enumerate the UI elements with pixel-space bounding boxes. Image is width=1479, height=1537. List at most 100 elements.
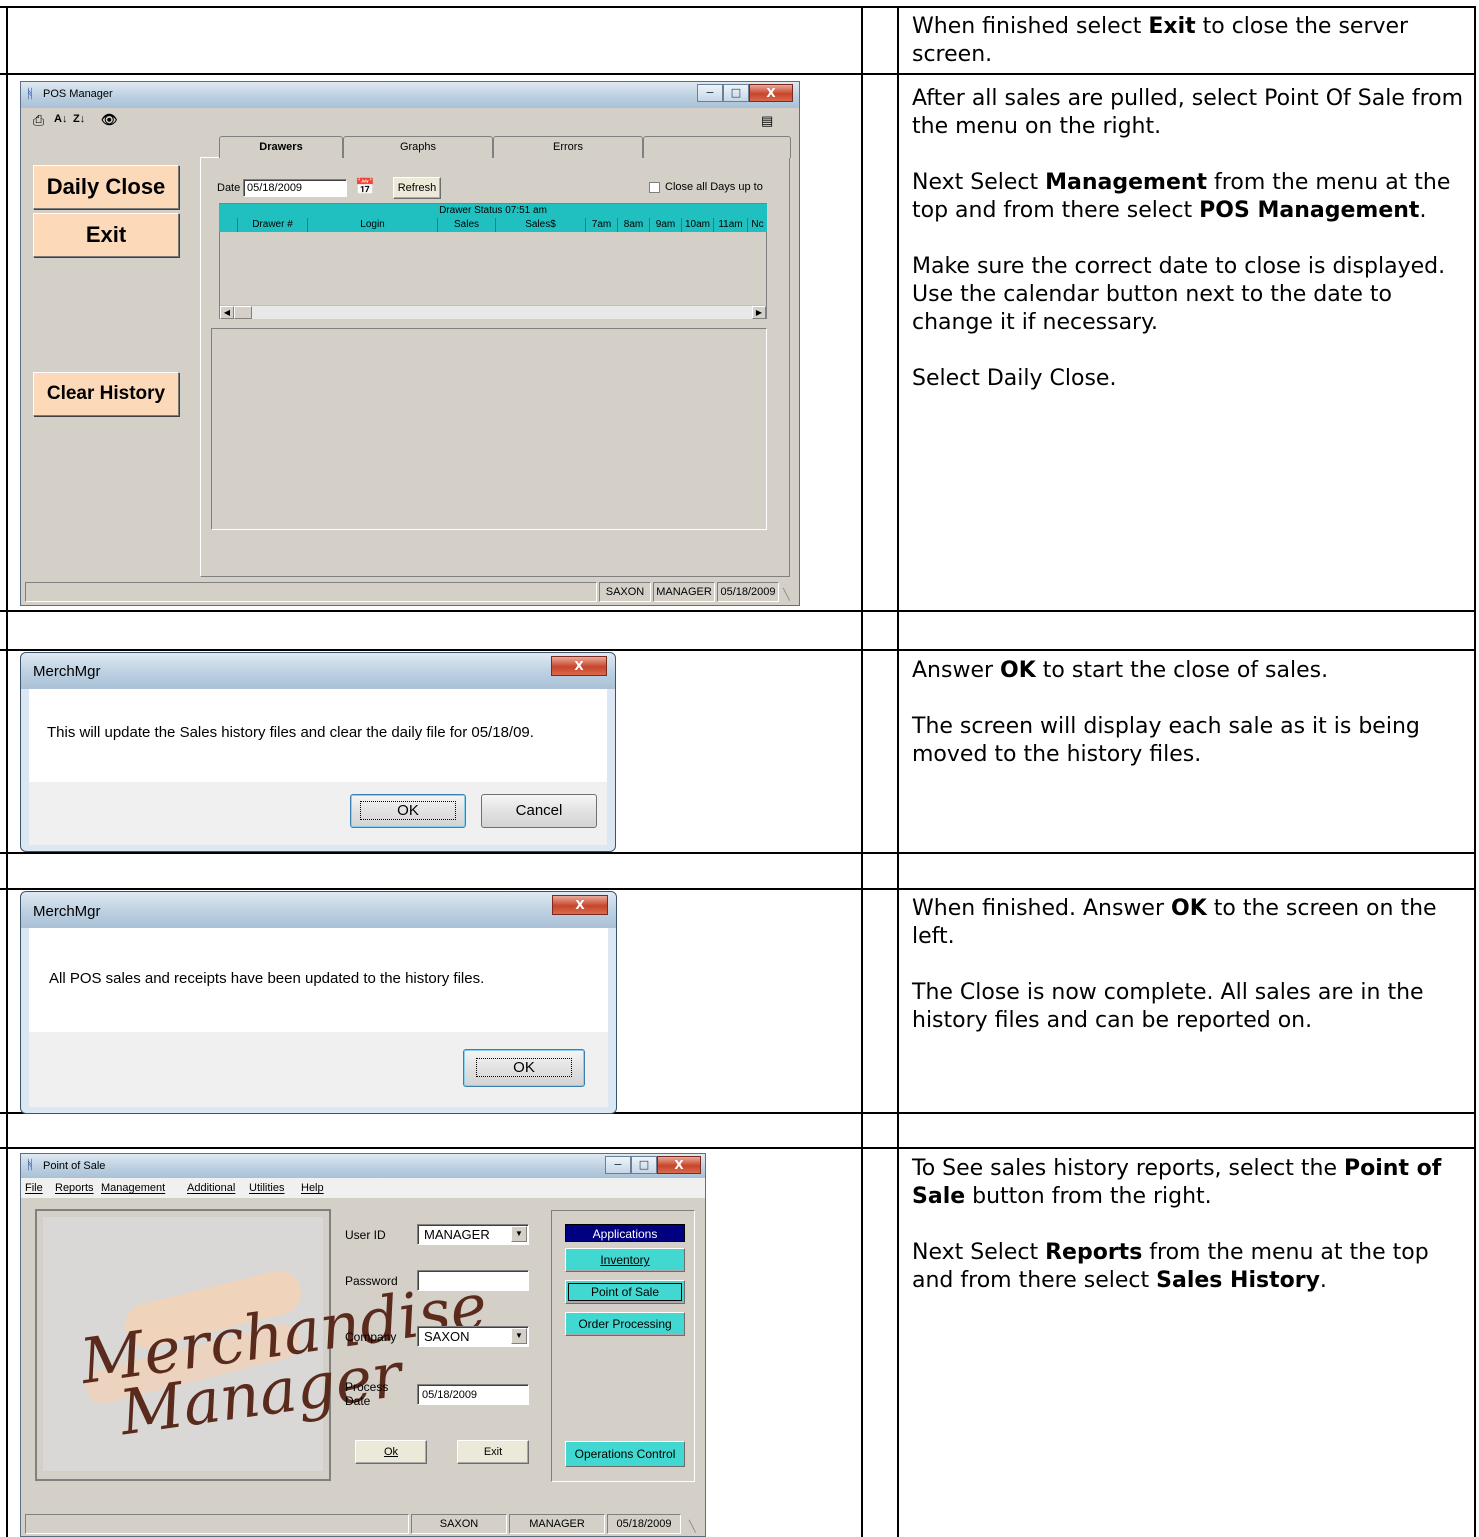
app-icon: ᚻ bbox=[26, 87, 34, 102]
exit-button[interactable]: Exit bbox=[33, 213, 179, 257]
close-all-days-label: Close all Days up to bbox=[665, 181, 763, 193]
menu-management[interactable]: Management bbox=[101, 1182, 165, 1194]
company-value: SAXON bbox=[424, 1329, 470, 1344]
clear-history-button[interactable]: Clear History bbox=[33, 372, 179, 416]
grid-icon[interactable]: ▤ bbox=[761, 113, 773, 129]
table-rule bbox=[0, 73, 1476, 75]
exit-button[interactable]: Exit bbox=[457, 1440, 529, 1464]
sort-descending-icon[interactable]: Z↓ bbox=[73, 113, 85, 125]
instruction-cell: When finished. Answer OK to the screen o… bbox=[912, 895, 1464, 1035]
instruction-paragraph: The Close is now complete. All sales are… bbox=[912, 980, 1424, 1033]
grid-header-row: Drawer # Login Sales Sales$ 7am 8am 9am … bbox=[219, 218, 767, 232]
minimize-button[interactable]: − bbox=[697, 84, 723, 102]
menu-utilities[interactable]: Utilities bbox=[249, 1182, 284, 1194]
ok-button[interactable]: Ok bbox=[355, 1440, 427, 1464]
scroll-left-icon[interactable]: ◀ bbox=[220, 306, 234, 319]
close-all-days-checkbox[interactable] bbox=[649, 182, 660, 193]
menu-help[interactable]: Help bbox=[301, 1182, 324, 1194]
status-company: SAXON bbox=[599, 582, 651, 602]
confirm-dialog: MerchMgr X This will update the Sales hi… bbox=[20, 652, 616, 852]
close-button[interactable]: X bbox=[552, 895, 608, 915]
user-id-select[interactable]: MANAGER ▼ bbox=[417, 1224, 529, 1245]
tab-errors[interactable]: Errors bbox=[493, 136, 643, 158]
grid-title: Drawer Status 07:51 am bbox=[219, 204, 767, 218]
instruction-paragraph: Make sure the correct date to close is d… bbox=[912, 254, 1446, 335]
status-panel bbox=[25, 582, 597, 602]
scroll-right-icon[interactable]: ▶ bbox=[752, 306, 766, 319]
table-rule bbox=[897, 7, 899, 1537]
menu-bar: File Reports Management Additional Utili… bbox=[21, 1178, 705, 1198]
table-rule bbox=[1474, 7, 1476, 1537]
column-header: Login bbox=[307, 218, 437, 232]
inventory-button[interactable]: Inventory bbox=[565, 1248, 685, 1272]
instruction-paragraph: Answer OK to start the close of sales. bbox=[912, 658, 1329, 683]
table-rule bbox=[0, 610, 1476, 612]
pos-manager-window: ᚻ POS Manager − □ X ⎙ A↓ Z↓ 👁 ▤ Daily Cl… bbox=[20, 81, 800, 606]
tab-drawers[interactable]: Drawers bbox=[219, 136, 343, 158]
scroll-thumb[interactable] bbox=[234, 306, 252, 319]
column-header: 9am bbox=[649, 218, 681, 232]
point-of-sale-button[interactable]: Point of Sale bbox=[565, 1280, 685, 1304]
menu-file[interactable]: File bbox=[25, 1182, 43, 1194]
close-button[interactable]: X bbox=[749, 84, 793, 102]
user-id-label: User ID bbox=[345, 1228, 386, 1242]
printer-icon[interactable]: ⎙ bbox=[33, 112, 44, 129]
instruction-paragraph: Select Daily Close. bbox=[912, 366, 1117, 391]
dialog-title: MerchMgr bbox=[33, 663, 101, 680]
refresh-button[interactable]: Refresh bbox=[393, 177, 441, 199]
process-date-label: Process Date bbox=[345, 1380, 389, 1408]
date-field[interactable]: 05/18/2009 bbox=[243, 179, 347, 197]
minimize-button[interactable]: − bbox=[605, 1156, 631, 1174]
title-bar: ᚻ Point of Sale − □ X bbox=[21, 1154, 705, 1178]
column-header: Sales$ bbox=[495, 218, 585, 232]
order-processing-button[interactable]: Order Processing bbox=[565, 1312, 685, 1336]
horizontal-scrollbar[interactable]: ◀ ▶ bbox=[220, 305, 766, 319]
title-bar: ᚻ POS Manager − □ X bbox=[21, 82, 799, 108]
column-header: 7am bbox=[585, 218, 617, 232]
close-button[interactable]: X bbox=[551, 656, 607, 676]
table-rule bbox=[0, 852, 1476, 854]
point-of-sale-window: ᚻ Point of Sale − □ X File Reports Manag… bbox=[20, 1153, 706, 1537]
applications-header: Applications bbox=[565, 1224, 685, 1242]
tab-empty[interactable] bbox=[643, 136, 791, 158]
status-date: 05/18/2009 bbox=[607, 1514, 681, 1534]
dropdown-arrow-icon[interactable]: ▼ bbox=[511, 1328, 527, 1344]
table-rule bbox=[0, 888, 1476, 890]
password-field[interactable] bbox=[417, 1270, 529, 1291]
window-title: Point of Sale bbox=[43, 1160, 106, 1172]
ok-button[interactable]: OK bbox=[463, 1049, 585, 1087]
status-date: 05/18/2009 bbox=[717, 582, 779, 602]
user-id-value: MANAGER bbox=[424, 1227, 490, 1242]
daily-close-button[interactable]: Daily Close bbox=[33, 165, 179, 209]
title-bar: MerchMgr X bbox=[21, 653, 615, 689]
resize-grip-icon[interactable]: ╲ bbox=[689, 1520, 696, 1533]
sort-ascending-icon[interactable]: A↓ bbox=[54, 113, 67, 125]
resize-grip-icon[interactable]: ╲ bbox=[783, 588, 790, 601]
menu-additional[interactable]: Additional bbox=[187, 1182, 235, 1194]
operations-control-button[interactable]: Operations Control bbox=[565, 1441, 685, 1467]
instruction-cell: Answer OK to start the close of sales. Th… bbox=[912, 657, 1464, 769]
instruction-paragraph: After all sales are pulled, select Point… bbox=[912, 86, 1464, 139]
binoculars-icon[interactable]: 👁 bbox=[101, 112, 118, 128]
cancel-button[interactable]: Cancel bbox=[481, 794, 597, 828]
dropdown-arrow-icon[interactable]: ▼ bbox=[511, 1226, 527, 1242]
status-panel bbox=[25, 1514, 409, 1534]
tab-graphs[interactable]: Graphs bbox=[343, 136, 493, 158]
password-label: Password bbox=[345, 1274, 398, 1288]
dialog-body: All POS sales and receipts have been upd… bbox=[29, 928, 608, 1032]
table-rule bbox=[0, 649, 1476, 651]
process-date-field[interactable]: 05/18/2009 bbox=[417, 1384, 529, 1405]
company-select[interactable]: SAXON ▼ bbox=[417, 1326, 529, 1347]
maximize-button[interactable]: □ bbox=[723, 84, 749, 102]
ok-button[interactable]: OK bbox=[350, 794, 466, 828]
maximize-button[interactable]: □ bbox=[631, 1156, 657, 1174]
company-label: Company bbox=[345, 1330, 397, 1344]
dialog-body: This will update the Sales history files… bbox=[29, 689, 607, 782]
instruction-cell: To See sales history reports, select the… bbox=[912, 1155, 1464, 1295]
menu-reports[interactable]: Reports bbox=[55, 1182, 94, 1194]
column-header: Drawer # bbox=[237, 218, 307, 232]
info-dialog: MerchMgr X All POS sales and receipts ha… bbox=[20, 891, 617, 1114]
instruction-cell: When finished select Exit to close the s… bbox=[912, 13, 1464, 69]
close-button[interactable]: X bbox=[657, 1156, 701, 1174]
calendar-icon[interactable]: 📅 bbox=[355, 177, 375, 197]
